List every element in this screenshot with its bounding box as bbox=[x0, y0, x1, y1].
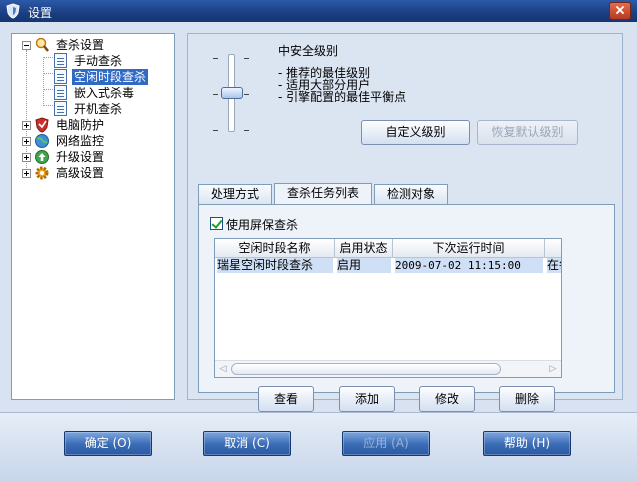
expand-toggle[interactable] bbox=[22, 137, 31, 146]
cancel-button[interactable]: 取消 (C) bbox=[203, 431, 291, 456]
shield-icon bbox=[35, 117, 49, 133]
slider-tick bbox=[244, 130, 249, 131]
slider-thumb[interactable] bbox=[221, 87, 243, 99]
apply-button[interactable]: 应用 (A) bbox=[342, 431, 430, 456]
magnifier-icon bbox=[35, 37, 49, 52]
column-header-extra[interactable] bbox=[545, 239, 561, 258]
close-button[interactable] bbox=[609, 2, 631, 20]
settings-tree: 查杀设置 手动查杀 空闲时段查杀 嵌入式杀毒 开机查杀 电脑防护 网络监控 升级… bbox=[11, 33, 175, 400]
add-button[interactable]: 添加 bbox=[339, 386, 395, 412]
cell-task-name: 瑞星空闲时段查杀 bbox=[217, 258, 333, 273]
shield-icon bbox=[6, 3, 20, 19]
slider-tick bbox=[244, 58, 249, 59]
tree-item-advanced-settings[interactable]: 高级设置 bbox=[12, 165, 172, 181]
cell-next-run: 2009-07-02 11:15:00 bbox=[395, 258, 543, 273]
level-description-line: - 引擎配置的最佳平衡点 bbox=[278, 90, 407, 104]
settings-dialog: 查杀设置 手动查杀 空闲时段查杀 嵌入式杀毒 开机查杀 电脑防护 网络监控 升级… bbox=[0, 22, 637, 482]
document-icon bbox=[54, 85, 67, 100]
settings-content-panel: 中安全级别 - 推荐的最佳级别 - 适用大部分用户 - 引擎配置的最佳平衡点 自… bbox=[187, 33, 623, 412]
tab-scan-task-list[interactable]: 查杀任务列表 bbox=[274, 183, 372, 205]
slider-tick bbox=[213, 58, 218, 59]
list-header: 空闲时段名称 启用状态 下次运行时间 bbox=[215, 239, 561, 258]
window-title: 设置 bbox=[28, 6, 53, 20]
help-button[interactable]: 帮助 (H) bbox=[483, 431, 571, 456]
expand-toggle[interactable] bbox=[22, 153, 31, 162]
tree-item-label: 查杀设置 bbox=[56, 38, 105, 52]
slider-tick bbox=[213, 130, 218, 131]
idle-task-list[interactable]: 空闲时段名称 启用状态 下次运行时间 瑞星空闲时段查杀 启用 2009-07-0… bbox=[214, 238, 562, 378]
document-icon bbox=[54, 53, 67, 68]
tree-item-embedded-scan[interactable]: 嵌入式杀毒 bbox=[12, 85, 172, 101]
document-icon bbox=[54, 101, 67, 116]
use-screensaver-label: 使用屏保查杀 bbox=[226, 218, 299, 232]
horizontal-scrollbar[interactable]: ◁ ▷ bbox=[215, 360, 561, 377]
tree-item-label: 网络监控 bbox=[56, 134, 105, 148]
close-icon bbox=[615, 5, 625, 15]
tree-item-label: 空闲时段查杀 bbox=[72, 69, 149, 85]
scrollbar-thumb[interactable] bbox=[231, 363, 501, 375]
expand-toggle[interactable] bbox=[22, 169, 31, 178]
restore-default-level-button[interactable]: 恢复默认级别 bbox=[477, 120, 578, 145]
tree-item-update-settings[interactable]: 升级设置 bbox=[12, 149, 172, 165]
tree-item-idle-scan[interactable]: 空闲时段查杀 bbox=[12, 69, 172, 85]
tree-item-label: 开机查杀 bbox=[74, 102, 123, 116]
tree-item-label: 嵌入式杀毒 bbox=[74, 86, 135, 100]
slider-tick bbox=[213, 94, 218, 95]
collapse-toggle[interactable] bbox=[22, 41, 31, 50]
tree-item-manual-scan[interactable]: 手动查杀 bbox=[12, 53, 172, 69]
use-screensaver-checkbox[interactable] bbox=[210, 217, 223, 230]
tree-item-pc-protection[interactable]: 电脑防护 bbox=[12, 117, 172, 133]
security-level-title: 中安全级别 bbox=[278, 44, 339, 58]
scroll-left-icon[interactable]: ◁ bbox=[218, 364, 228, 374]
dialog-footer: 确定 (O) 取消 (C) 应用 (A) 帮助 (H) bbox=[0, 413, 637, 482]
expand-toggle[interactable] bbox=[22, 121, 31, 130]
tree-item-boot-scan[interactable]: 开机查杀 bbox=[12, 101, 172, 117]
edit-button[interactable]: 修改 bbox=[419, 386, 475, 412]
tree-item-label: 高级设置 bbox=[56, 166, 105, 180]
scroll-right-icon[interactable]: ▷ bbox=[548, 364, 558, 374]
globe-icon bbox=[35, 134, 49, 148]
column-header-status[interactable]: 启用状态 bbox=[335, 239, 393, 258]
table-row[interactable]: 瑞星空闲时段查杀 启用 2009-07-02 11:15:00 在每天 bbox=[215, 258, 561, 273]
scan-task-list-panel: 使用屏保查杀 空闲时段名称 启用状态 下次运行时间 瑞星空闲时段查杀 启用 20… bbox=[198, 204, 615, 412]
cell-extra: 在每天 bbox=[547, 258, 561, 273]
slider-tick bbox=[244, 94, 249, 95]
column-header-name[interactable]: 空闲时段名称 bbox=[215, 239, 335, 258]
title-bar: 设置 bbox=[0, 0, 637, 22]
tree-item-network-monitor[interactable]: 网络监控 bbox=[12, 133, 172, 149]
column-header-next-run[interactable]: 下次运行时间 bbox=[393, 239, 545, 258]
tab-handling-method[interactable]: 处理方式 bbox=[198, 184, 272, 204]
tree-item-label: 电脑防护 bbox=[56, 118, 105, 132]
tree-item-label: 手动查杀 bbox=[74, 54, 123, 68]
document-icon bbox=[54, 69, 67, 84]
gear-icon bbox=[35, 166, 49, 180]
view-button[interactable]: 查看 bbox=[258, 386, 314, 412]
cell-status: 启用 bbox=[337, 258, 391, 273]
tree-item-label: 升级设置 bbox=[56, 150, 105, 164]
tab-detection-objects[interactable]: 检测对象 bbox=[374, 184, 448, 204]
delete-button[interactable]: 删除 bbox=[499, 386, 555, 412]
ok-button[interactable]: 确定 (O) bbox=[64, 431, 152, 456]
update-icon bbox=[35, 150, 49, 164]
tree-item-scan-settings[interactable]: 查杀设置 bbox=[12, 37, 172, 53]
custom-level-button[interactable]: 自定义级别 bbox=[361, 120, 470, 145]
